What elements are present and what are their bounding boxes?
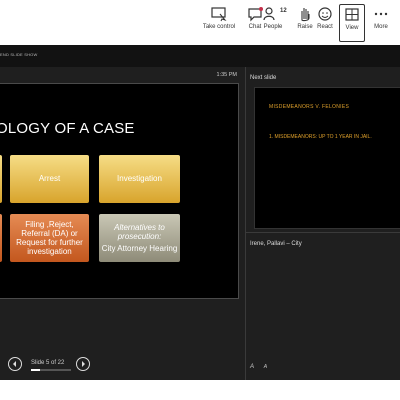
slide-counter: Slide 5 of 22 [31,360,65,366]
decrease-font-button[interactable]: A [264,364,267,370]
presenter-side-panel: Next slide MISDEMEANORS V. FELONIES 1. M… [246,67,400,380]
slide-title: OLOGY OF A CASE [0,120,135,137]
next-slide-title: MISDEMEANORS V. FELONIES [269,104,350,110]
presenter-top-bar: END SLIDE SHOW [0,45,400,67]
speaker-notes: Irene, Pallavi – City [250,241,302,247]
chevron-left-icon [13,361,16,367]
end-slide-show-button[interactable]: END SLIDE SHOW [0,52,37,57]
slide-box-partial-1 [0,155,2,203]
meeting-toolbar: Take control Chat 12 People Raise React … [0,0,400,46]
take-control-button[interactable]: Take control [202,4,236,42]
slide-navigation: Slide 5 of 22 [8,355,108,373]
smiley-icon [318,7,332,21]
next-slide-preview[interactable]: MISDEMEANORS V. FELONIES 1. MISDEMEANORS… [254,87,400,229]
previous-slide-button[interactable] [8,357,22,371]
current-slide: OLOGY OF A CASE Arrest Investigation Fil… [0,83,239,299]
chevron-right-icon [82,361,85,367]
take-control-icon [211,7,227,22]
slide-box-alternatives: Alternatives to prosecution: City Attorn… [99,214,180,262]
next-slide-bullet: 1. MISDEMEANORS: UP TO 1 YEAR IN JAIL. [269,134,372,140]
clock-time: 1:35 PM [216,72,237,78]
slide-progress-bar [31,369,71,371]
bottom-strip [0,380,400,400]
slide-box-investigation: Investigation [99,155,180,203]
font-size-controls: A A [250,364,275,370]
slide-box-filing: Filing ,Reject, Referral (DA) or Request… [10,214,89,262]
more-button[interactable]: More [364,4,398,42]
people-icon [263,7,275,21]
people-button[interactable]: 12 People [258,4,288,42]
slide-box-partial-2 [0,214,2,262]
people-count-badge: 12 [280,8,287,14]
notes-divider [246,232,400,233]
next-slide-button[interactable] [76,357,90,371]
more-dots-icon [374,12,388,16]
slide-progress-fill [31,369,41,371]
view-button[interactable]: View [339,4,365,42]
increase-font-button[interactable]: A [250,364,254,370]
time-bar: 1:35 PM [0,67,245,83]
presenter-view: END SLIDE SHOW 1:35 PM OLOGY OF A CASE A… [0,45,400,380]
slide-box-arrest: Arrest [10,155,89,203]
view-grid-icon [345,8,359,21]
next-slide-label: Next slide [250,75,277,81]
react-button[interactable]: React [308,4,342,42]
